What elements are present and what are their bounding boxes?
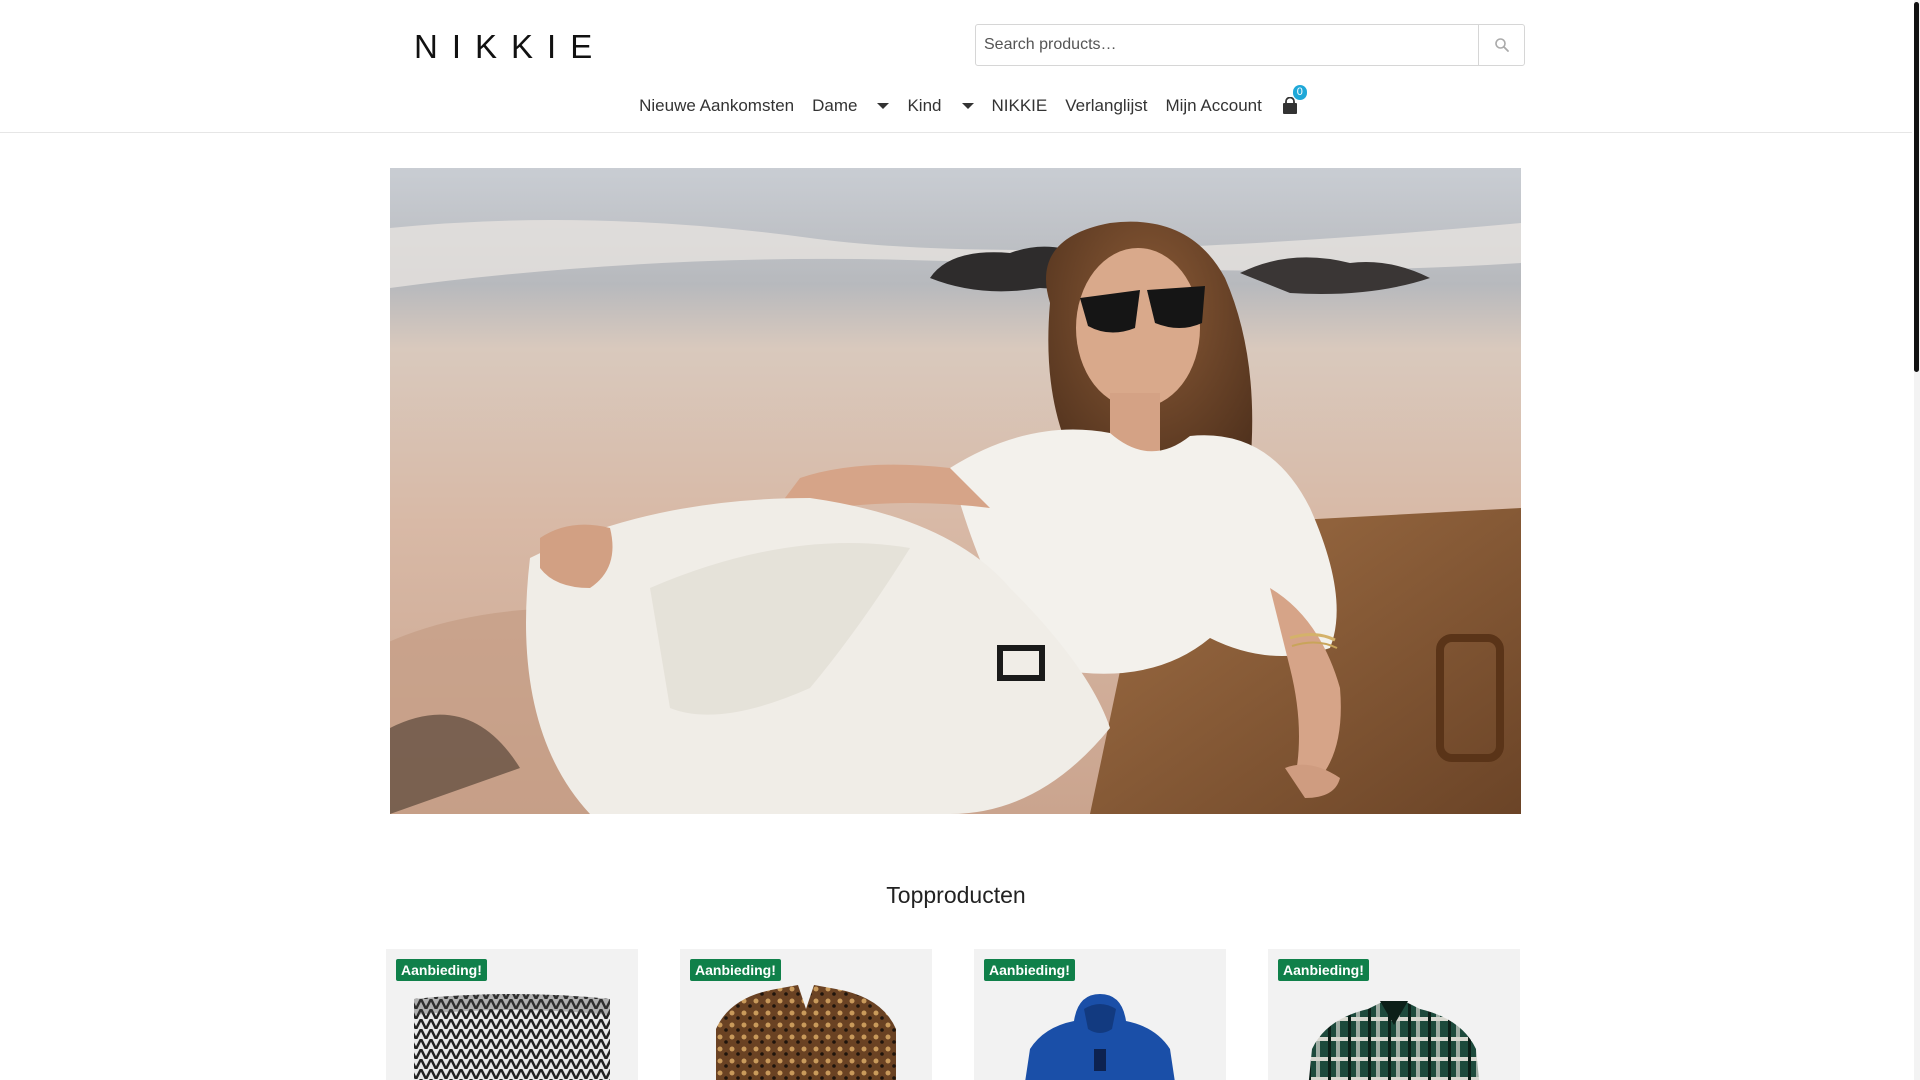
search-input[interactable] [976, 25, 1478, 65]
nav-item-my-account[interactable]: Mijn Account [1156, 96, 1270, 116]
search-icon [1494, 38, 1509, 52]
sale-badge: Aanbieding! [984, 959, 1075, 981]
hero-banner[interactable] [390, 168, 1521, 814]
caret-down-icon [877, 103, 890, 109]
shopping-bag-icon [1282, 97, 1297, 114]
product-card[interactable]: Aanbieding! [386, 949, 638, 1080]
search-bar [975, 24, 1525, 66]
cart-button[interactable]: 0 [1271, 85, 1309, 115]
sale-badge: Aanbieding! [690, 959, 781, 981]
nav-item-label: Nieuwe Aankomsten [639, 96, 795, 115]
nav-item-new-arrivals[interactable]: Nieuwe Aankomsten [630, 96, 803, 116]
main-nav: Nieuwe Aankomsten Dame Kind NIKKIE Verla… [0, 85, 1912, 116]
search-button[interactable] [1478, 25, 1524, 65]
sale-badge: Aanbieding! [1278, 959, 1369, 981]
site-header: NIKKIE Nieuwe Aankomsten Dame Kind NIKKI… [0, 0, 1912, 133]
cart-count-badge: 0 [1292, 85, 1307, 100]
nav-item-wishlist[interactable]: Verlanglijst [1056, 96, 1156, 116]
nav-item-label: Kind [907, 96, 942, 115]
product-card[interactable]: Aanbieding! [680, 949, 932, 1080]
nav-item-label: Verlanglijst [1065, 96, 1148, 115]
nav-item-label: NIKKIE [991, 96, 1048, 115]
scrollbar-thumb[interactable] [1914, 2, 1919, 372]
top-products-title: Topproducten [886, 882, 1026, 908]
nav-item-kids[interactable]: Kind [898, 96, 982, 116]
hero-image [390, 168, 1521, 814]
nav-item-label: Mijn Account [1165, 96, 1262, 115]
brand-logo[interactable]: NIKKIE [414, 28, 606, 66]
nav-item-label: Dame [812, 96, 858, 115]
caret-down-icon [961, 103, 974, 109]
product-card[interactable]: Aanbieding! [974, 949, 1226, 1080]
nav-item-nikkie[interactable]: NIKKIE [983, 96, 1057, 116]
product-card[interactable]: Aanbieding! [1268, 949, 1520, 1080]
sale-badge: Aanbieding! [396, 959, 487, 981]
nav-item-women[interactable]: Dame [803, 96, 898, 116]
